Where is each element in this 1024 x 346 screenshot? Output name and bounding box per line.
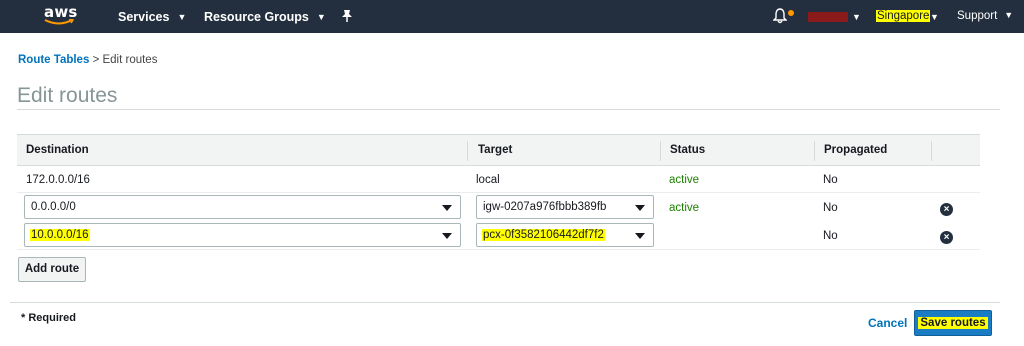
route-propagated: No xyxy=(823,202,838,214)
route-target: local xyxy=(476,174,500,186)
destination-select[interactable]: 10.0.0.0/16 xyxy=(24,223,461,247)
breadcrumb-separator: > xyxy=(92,54,100,66)
resource-groups-menu[interactable]: Resource Groups ▼ xyxy=(204,10,326,24)
route-propagated: No xyxy=(823,230,838,242)
account-name-redacted[interactable] xyxy=(808,12,848,22)
target-select[interactable]: pcx-0f3582106442df7f2 xyxy=(476,223,654,247)
destination-value: 10.0.0.0/16 xyxy=(30,229,90,241)
support-label: Support xyxy=(957,10,998,22)
chevron-down-icon[interactable]: ▼ xyxy=(930,12,939,22)
breadcrumb: Route Tables > Edit routes xyxy=(18,54,157,66)
chevron-down-icon xyxy=(635,233,645,239)
region-selector[interactable]: Singapore xyxy=(876,10,931,22)
target-select[interactable]: igw-0207a976fbbb389fb xyxy=(476,195,654,219)
chevron-down-icon xyxy=(442,205,452,211)
notification-dot xyxy=(788,10,794,16)
row-divider xyxy=(17,192,980,193)
chevron-down-icon: ▼ xyxy=(1004,10,1014,20)
column-header-status: Status xyxy=(670,144,706,156)
column-divider xyxy=(931,141,932,161)
divider xyxy=(10,302,1000,303)
smile-icon xyxy=(44,19,74,25)
save-routes-button[interactable]: Save routes xyxy=(914,310,992,336)
cancel-button[interactable]: Cancel xyxy=(868,316,907,330)
remove-route-icon[interactable]: × xyxy=(940,231,953,244)
route-propagated: No xyxy=(823,174,838,186)
top-nav-bar: aws Services ▼ Resource Groups ▼ ▼ Singapo… xyxy=(0,0,1024,33)
table-header: Destination Target Status Propagated xyxy=(17,134,980,166)
chevron-down-icon xyxy=(635,205,645,211)
route-status: active xyxy=(669,202,700,214)
column-divider xyxy=(660,141,661,161)
add-route-button[interactable]: Add route xyxy=(18,257,86,282)
destination-select[interactable]: 0.0.0.0/0 xyxy=(24,195,461,219)
target-value: pcx-0f3582106442df7f2 xyxy=(482,229,605,241)
target-value: igw-0207a976fbbb389fb xyxy=(483,201,607,213)
page-title: Edit routes xyxy=(17,84,118,107)
divider xyxy=(17,109,1000,110)
row-divider xyxy=(17,249,980,250)
column-header-destination: Destination xyxy=(26,144,89,156)
route-destination: 172.0.0.0/16 xyxy=(26,174,90,186)
chevron-down-icon: ▼ xyxy=(177,12,187,22)
breadcrumb-current: Edit routes xyxy=(102,54,158,66)
destination-value: 0.0.0.0/0 xyxy=(31,201,76,213)
support-menu[interactable]: Support ▼ xyxy=(957,10,1013,22)
bell-icon[interactable] xyxy=(772,8,788,27)
resource-groups-label: Resource Groups xyxy=(204,10,309,24)
services-label: Services xyxy=(118,10,170,24)
services-menu[interactable]: Services ▼ xyxy=(118,10,186,24)
aws-logo[interactable]: aws xyxy=(44,3,78,29)
column-divider xyxy=(467,141,468,161)
chevron-down-icon: ▼ xyxy=(316,12,326,22)
required-note: * Required xyxy=(21,312,77,324)
chevron-down-icon xyxy=(442,233,452,239)
save-routes-label: Save routes xyxy=(918,317,988,329)
breadcrumb-route-tables-link[interactable]: Route Tables xyxy=(18,54,89,66)
route-status: active xyxy=(669,174,700,186)
column-header-propagated: Propagated xyxy=(824,144,888,156)
column-header-target: Target xyxy=(478,144,513,156)
pin-icon[interactable] xyxy=(341,9,353,26)
chevron-down-icon[interactable]: ▼ xyxy=(852,12,861,22)
remove-route-icon[interactable]: × xyxy=(940,203,953,216)
column-divider xyxy=(814,141,815,161)
